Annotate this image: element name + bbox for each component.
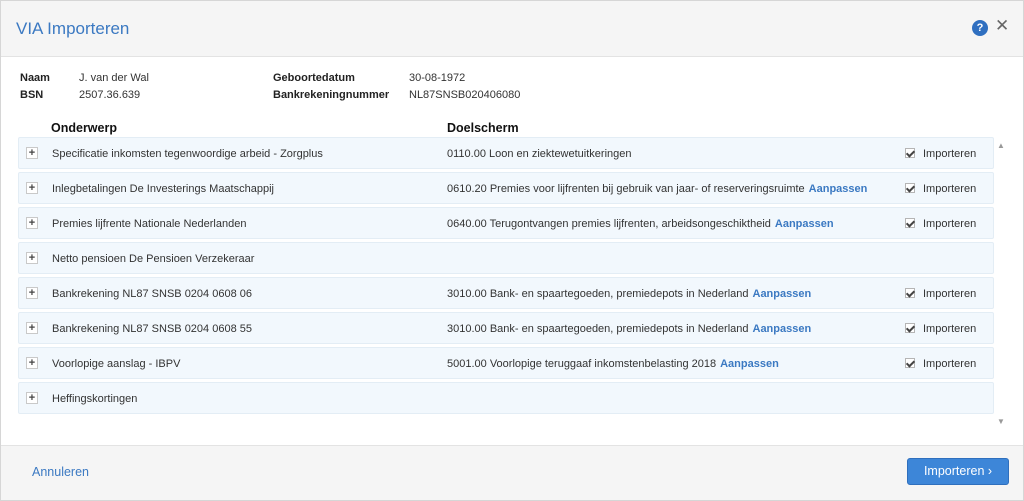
row-subject: Specificatie inkomsten tegenwoordige arb… (52, 148, 323, 160)
import-checkbox-label: Importeren (923, 148, 977, 160)
person-labels-left: Naam BSN (20, 70, 50, 104)
bank-label: Bankrekeningnummer (273, 89, 390, 101)
row-target-text: 0640.00 Terugontvangen premies lijfrente… (447, 218, 771, 230)
row-subject: Premies lijfrente Nationale Nederlanden (52, 218, 247, 230)
row-target-text: 0110.00 Loon en ziektewetuitkeringen (447, 148, 632, 160)
table-row[interactable]: + Heffingskortingen (18, 382, 994, 414)
bsn-label: BSN (20, 89, 44, 101)
row-target-text: 3010.00 Bank- en spaartegoeden, premiede… (447, 288, 749, 300)
row-target: 0610.20 Premies voor lijfrenten bij gebr… (447, 183, 867, 195)
table-row[interactable]: + Premies lijfrente Nationale Nederlanden… (18, 207, 994, 239)
row-target: 3010.00 Bank- en spaartegoeden, premiede… (447, 323, 811, 335)
dialog-title: VIA Importeren (16, 19, 130, 38)
import-checkbox-group[interactable]: Importeren (905, 218, 976, 230)
adjust-link[interactable]: Aanpassen (753, 323, 812, 335)
import-button[interactable]: Importeren › (907, 458, 1009, 485)
import-checkbox-label: Importeren (923, 218, 977, 230)
table-row[interactable]: + Netto pensioen De Pensioen Verzekeraar (18, 242, 994, 274)
scroll-up-icon[interactable]: ▲ (997, 141, 1005, 150)
name-value: J. van der Wal (79, 72, 149, 84)
help-icon[interactable]: ? (972, 20, 988, 36)
column-header-subject: Onderwerp (51, 121, 117, 135)
import-checkbox[interactable] (905, 323, 915, 333)
name-label: Naam (20, 72, 50, 84)
import-checkbox-label: Importeren (923, 183, 977, 195)
import-checkbox-label: Importeren (923, 288, 977, 300)
expand-plus-icon[interactable]: + (26, 252, 38, 264)
import-checkbox-group[interactable]: Importeren (905, 183, 976, 195)
import-checkbox-label: Importeren (923, 358, 977, 370)
expand-plus-icon[interactable]: + (26, 392, 38, 404)
dialog-footer: Annuleren Importeren › (1, 445, 1023, 500)
close-icon[interactable]: ✕ (995, 16, 1009, 36)
table-row[interactable]: + Specificatie inkomsten tegenwoordige ar… (18, 137, 994, 169)
person-values-right: 30-08-1972 NL87SNSB020406080 (409, 70, 520, 104)
table-row[interactable]: + Bankrekening NL87 SNSB 0204 0608 06 3010… (18, 277, 994, 309)
dob-label: Geboortedatum (273, 72, 355, 84)
expand-plus-icon[interactable]: + (26, 287, 38, 299)
import-checkbox[interactable] (905, 288, 915, 298)
row-subject: Netto pensioen De Pensioen Verzekeraar (52, 253, 255, 265)
import-list: + Specificatie inkomsten tegenwoordige ar… (18, 137, 994, 417)
import-checkbox[interactable] (905, 218, 915, 228)
person-labels-right: Geboortedatum Bankrekeningnummer (273, 70, 389, 104)
adjust-link[interactable]: Aanpassen (809, 183, 868, 195)
import-checkbox-group[interactable]: Importeren (905, 358, 976, 370)
cancel-button[interactable]: Annuleren (32, 465, 89, 479)
import-checkbox-group[interactable]: Importeren (905, 288, 976, 300)
row-subject: Voorlopige aanslag - IBPV (52, 358, 181, 370)
row-subject: Bankrekening NL87 SNSB 0204 0608 55 (52, 323, 252, 335)
expand-plus-icon[interactable]: + (26, 357, 38, 369)
adjust-link[interactable]: Aanpassen (720, 358, 779, 370)
table-row[interactable]: + Voorlopige aanslag - IBPV 5001.00 Voorlo… (18, 347, 994, 379)
expand-plus-icon[interactable]: + (26, 182, 38, 194)
row-target: 0640.00 Terugontvangen premies lijfrente… (447, 218, 834, 230)
scroll-down-icon[interactable]: ▼ (997, 417, 1005, 426)
row-target-text: 5001.00 Voorlopige teruggaaf inkomstenbe… (447, 358, 717, 370)
row-target: 0110.00 Loon en ziektewetuitkeringen (447, 148, 632, 160)
row-subject: Bankrekening NL87 SNSB 0204 0608 06 (52, 288, 252, 300)
row-subject: Inlegbetalingen De Investerings Maatscha… (52, 183, 274, 195)
row-subject: Heffingskortingen (52, 393, 138, 405)
row-target-text: 0610.20 Premies voor lijfrenten bij gebr… (447, 183, 805, 195)
table-row[interactable]: + Inlegbetalingen De Investerings Maatsch… (18, 172, 994, 204)
bsn-value: 2507.36.639 (79, 89, 141, 101)
row-target-text: 3010.00 Bank- en spaartegoeden, premiede… (447, 323, 749, 335)
dob-value: 30-08-1972 (409, 72, 466, 84)
expand-plus-icon[interactable]: + (26, 217, 38, 229)
expand-plus-icon[interactable]: + (26, 147, 38, 159)
import-checkbox-label: Importeren (923, 323, 977, 335)
column-header-target: Doelscherm (447, 121, 519, 135)
import-checkbox[interactable] (905, 358, 915, 368)
table-row[interactable]: + Bankrekening NL87 SNSB 0204 0608 55 3010… (18, 312, 994, 344)
via-import-dialog: VIA Importeren ? ✕ Naam BSN J. van der W… (0, 0, 1024, 501)
expand-plus-icon[interactable]: + (26, 322, 38, 334)
row-target: 5001.00 Voorlopige teruggaaf inkomstenbe… (447, 358, 779, 370)
person-values-left: J. van der Wal 2507.36.639 (79, 70, 149, 104)
import-checkbox-group[interactable]: Importeren (905, 148, 976, 160)
adjust-link[interactable]: Aanpassen (775, 218, 834, 230)
import-checkbox[interactable] (905, 148, 915, 158)
bank-value: NL87SNSB020406080 (409, 89, 521, 101)
dialog-header: VIA Importeren ? ✕ (1, 1, 1023, 57)
row-target: 3010.00 Bank- en spaartegoeden, premiede… (447, 288, 811, 300)
adjust-link[interactable]: Aanpassen (753, 288, 812, 300)
import-checkbox[interactable] (905, 183, 915, 193)
import-checkbox-group[interactable]: Importeren (905, 323, 976, 335)
